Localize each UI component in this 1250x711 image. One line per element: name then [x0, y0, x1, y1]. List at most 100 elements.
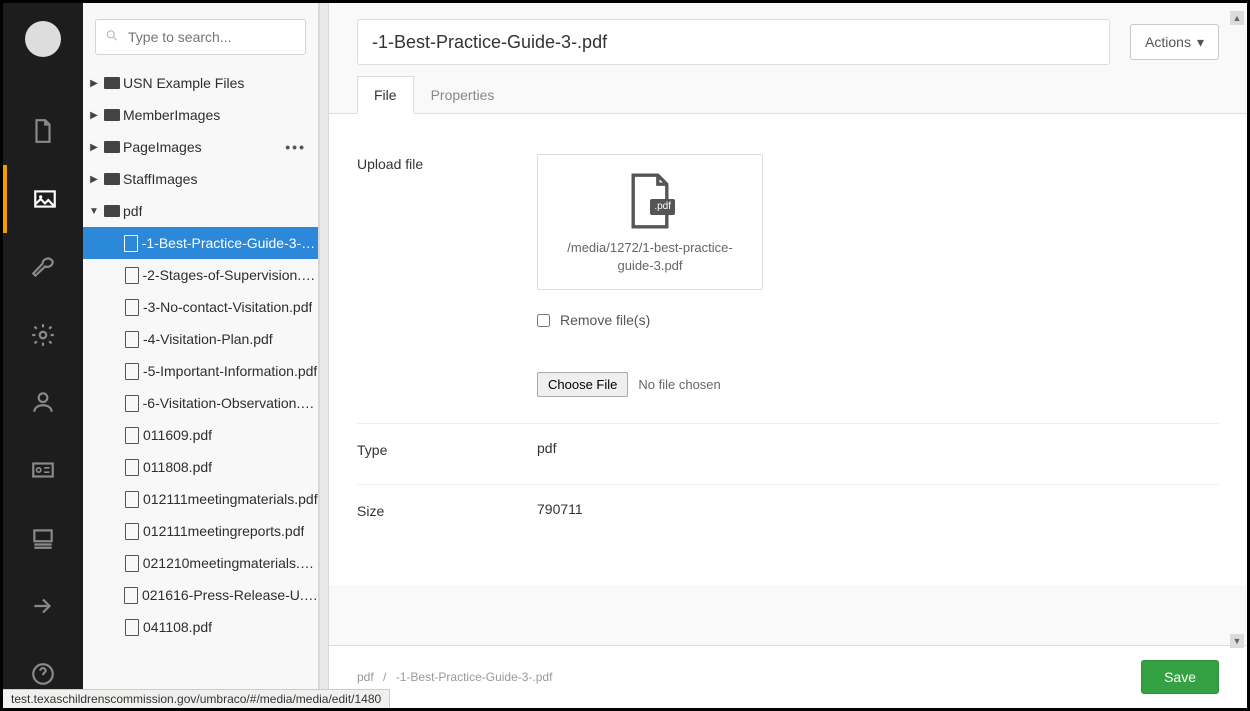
tree-folder[interactable]: ▼ pdf — [83, 195, 318, 227]
rail-media[interactable] — [3, 165, 83, 233]
remove-files-checkbox[interactable] — [537, 314, 550, 327]
breadcrumb-item[interactable]: pdf — [357, 670, 374, 684]
rail-developer[interactable] — [3, 301, 83, 369]
tree-folder-label: MemberImages — [123, 107, 220, 123]
tree-panel: ▶ USN Example Files ▶ MemberImages ▶ PageImag… — [83, 3, 319, 708]
file-icon — [121, 619, 143, 636]
tree-file[interactable]: 011808.pdf — [83, 451, 318, 483]
search-icon — [105, 29, 119, 46]
rail-users[interactable] — [3, 369, 83, 437]
caret-icon[interactable]: ▶ — [87, 142, 101, 153]
type-label: Type — [357, 440, 537, 458]
arrow-right-icon — [30, 593, 56, 619]
rail-members[interactable] — [3, 436, 83, 504]
file-icon — [121, 427, 143, 444]
tree-folder[interactable]: ▶ PageImages ••• — [83, 131, 318, 163]
folder-icon — [101, 205, 123, 217]
document-title-input[interactable] — [357, 19, 1110, 65]
file-icon — [121, 235, 142, 252]
tree-folder[interactable]: ▶ MemberImages — [83, 99, 318, 131]
folder-icon — [101, 77, 123, 89]
help-icon — [30, 661, 56, 687]
tree-file[interactable]: 021616-Press-Release-U.pdf — [83, 579, 318, 611]
tree-file-label: 041108.pdf — [143, 619, 212, 635]
image-icon — [32, 186, 58, 212]
file-icon — [121, 267, 143, 284]
tree-folder-label: PageImages — [123, 139, 202, 155]
rail-content[interactable] — [3, 97, 83, 165]
choose-file-button[interactable]: Choose File — [537, 372, 628, 397]
panel-separator[interactable] — [319, 3, 329, 708]
tree-file[interactable]: -5-Important-Information.pdf — [83, 355, 318, 387]
status-bar-url: test.texaschildrenscommission.gov/umbrac… — [3, 689, 390, 708]
main-panel: Actions ▾ File Properties Upload file .p… — [329, 3, 1247, 708]
user-icon — [30, 389, 56, 415]
actions-button[interactable]: Actions ▾ — [1130, 24, 1219, 60]
caret-icon[interactable]: ▶ — [87, 110, 101, 121]
tree-folder-label: StaffImages — [123, 171, 197, 187]
pdf-file-icon: .pdf — [627, 173, 673, 229]
rail-settings[interactable] — [3, 233, 83, 301]
pdf-badge: .pdf — [650, 199, 675, 215]
tree-file[interactable]: -1-Best-Practice-Guide-3-.pdf — [83, 227, 318, 259]
caret-icon[interactable]: ▼ — [87, 206, 101, 217]
breadcrumb: pdf / -1-Best-Practice-Guide-3-.pdf — [357, 670, 1141, 684]
search-input[interactable] — [95, 19, 306, 55]
save-button[interactable]: Save — [1141, 660, 1219, 694]
tree-file-label: 011808.pdf — [143, 459, 212, 475]
avatar[interactable] — [25, 21, 61, 57]
rail-forms[interactable] — [3, 572, 83, 640]
file-icon — [121, 363, 143, 380]
tree-folder[interactable]: ▶ USN Example Files — [83, 67, 318, 99]
breadcrumb-separator: / — [383, 670, 386, 684]
remove-files-label: Remove file(s) — [560, 312, 650, 328]
type-value: pdf — [537, 440, 1219, 456]
tree-file[interactable]: -4-Visitation-Plan.pdf — [83, 323, 318, 355]
size-value: 790711 — [537, 501, 1219, 517]
file-icon — [121, 331, 143, 348]
tree-file-label: -1-Best-Practice-Guide-3-.pdf — [142, 235, 318, 251]
caret-icon[interactable]: ▶ — [87, 174, 101, 185]
tree-file-label: 012111meetingreports.pdf — [143, 523, 304, 539]
tree-file-label: -4-Visitation-Plan.pdf — [143, 331, 273, 347]
tree-file[interactable]: 011609.pdf — [83, 419, 318, 451]
tree-file[interactable]: 012111meetingmaterials.pdf — [83, 483, 318, 515]
id-card-icon — [30, 457, 56, 483]
tree-folder-label: USN Example Files — [123, 75, 244, 91]
tree-file[interactable]: 041108.pdf — [83, 611, 318, 643]
tree-file-label: -2-Stages-of-Supervision.pdf — [142, 267, 318, 283]
ellipsis-icon[interactable]: ••• — [285, 139, 306, 155]
tab-file[interactable]: File — [357, 76, 414, 114]
rail-translation[interactable] — [3, 504, 83, 572]
file-icon — [121, 459, 143, 476]
file-path-text: /media/1272/1-best-practice-guide-3.pdf — [552, 239, 748, 275]
breadcrumb-item: -1-Best-Practice-Guide-3-.pdf — [396, 670, 553, 684]
no-file-chosen-text: No file chosen — [638, 377, 720, 392]
footer-bar: pdf / -1-Best-Practice-Guide-3-.pdf Save — [329, 645, 1247, 708]
tree-folder-label: pdf — [123, 203, 142, 219]
tree-file[interactable]: 021210meetingmaterials.pdf — [83, 547, 318, 579]
folder-icon — [101, 173, 123, 185]
tree-file[interactable]: -6-Visitation-Observation.pdf — [83, 387, 318, 419]
tree-file-label: -6-Visitation-Observation.pdf — [143, 395, 318, 411]
nav-rail — [3, 3, 83, 708]
tree-file[interactable]: -2-Stages-of-Supervision.pdf — [83, 259, 318, 291]
stack-icon — [30, 525, 56, 551]
file-icon — [121, 523, 143, 540]
tree-file-label: 021616-Press-Release-U.pdf — [142, 587, 318, 603]
caret-down-icon: ▾ — [1197, 34, 1204, 51]
tab-properties[interactable]: Properties — [414, 76, 512, 114]
tree-list[interactable]: ▶ USN Example Files ▶ MemberImages ▶ PageImag… — [83, 67, 318, 708]
caret-icon[interactable]: ▶ — [87, 78, 101, 89]
tree-folder[interactable]: ▶ StaffImages — [83, 163, 318, 195]
tree-file-label: -3-No-contact-Visitation.pdf — [143, 299, 312, 315]
tree-file-label: 012111meetingmaterials.pdf — [143, 491, 318, 507]
file-icon — [121, 299, 143, 316]
size-label: Size — [357, 501, 537, 519]
file-preview-card[interactable]: .pdf /media/1272/1-best-practice-guide-3… — [537, 154, 763, 290]
file-icon — [121, 555, 143, 572]
file-icon — [121, 395, 143, 412]
tree-file[interactable]: 012111meetingreports.pdf — [83, 515, 318, 547]
file-icon — [30, 118, 56, 144]
tree-file[interactable]: -3-No-contact-Visitation.pdf — [83, 291, 318, 323]
